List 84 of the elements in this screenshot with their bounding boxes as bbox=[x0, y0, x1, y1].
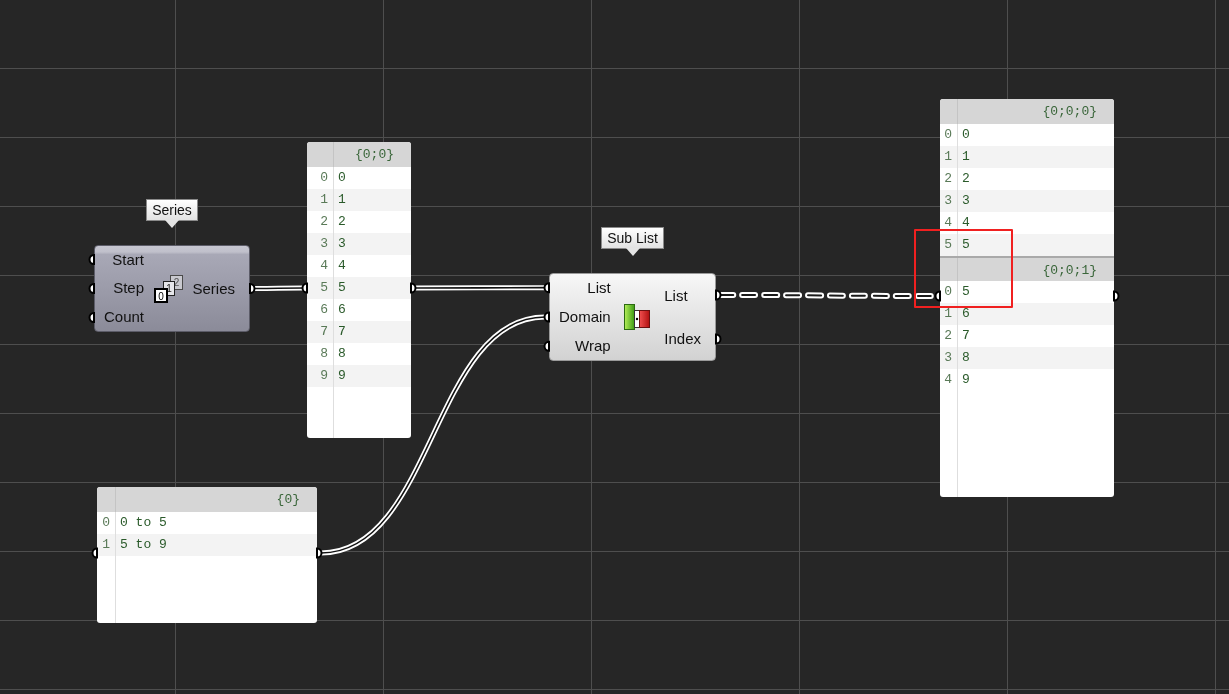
output-label: Series bbox=[192, 279, 235, 298]
tooltip-pointer-icon bbox=[165, 220, 179, 228]
list-value: 4 bbox=[961, 215, 970, 231]
list-value: 6 bbox=[961, 306, 970, 322]
list-index: 7 bbox=[320, 324, 328, 339]
port-icon[interactable] bbox=[715, 333, 722, 345]
list-index: 1 bbox=[944, 149, 952, 164]
list-value: 2 bbox=[337, 214, 346, 230]
port-icon[interactable] bbox=[543, 282, 550, 294]
output-label: List bbox=[664, 286, 688, 305]
list-index: 6 bbox=[320, 302, 328, 317]
branch-path-header: {0;0;1} bbox=[940, 256, 1114, 281]
list-index: 5 bbox=[320, 280, 328, 295]
port-icon[interactable] bbox=[88, 254, 95, 265]
list-value: 7 bbox=[961, 328, 970, 344]
list-index: 8 bbox=[320, 346, 328, 361]
list-value: 7 bbox=[337, 324, 346, 340]
list-value: 4 bbox=[337, 258, 346, 274]
input-label: Step bbox=[113, 279, 145, 298]
wire bbox=[253, 285, 304, 291]
tooltip-label: Sub List bbox=[601, 227, 664, 249]
list-value: 6 bbox=[337, 302, 346, 318]
port-icon[interactable] bbox=[715, 289, 722, 301]
list-index: 4 bbox=[944, 372, 952, 387]
port-icon[interactable] bbox=[91, 547, 98, 559]
port-icon[interactable] bbox=[249, 283, 256, 294]
list-value: 1 bbox=[337, 192, 346, 208]
port-icon[interactable] bbox=[301, 282, 308, 294]
branch-path-header: {0;0} bbox=[307, 142, 411, 167]
list-value: 3 bbox=[961, 193, 970, 209]
tooltip-pointer-icon bbox=[625, 248, 640, 256]
data-panel[interactable]: {0;0;0} 0 0 1 1 2 2 3 3 4 4 5 5 {0;0;1} 0 5 1 6 2 7 3 8 4 9 bbox=[940, 99, 1114, 497]
list-value: 0 to 5 bbox=[119, 515, 167, 531]
list-segments-icon bbox=[624, 304, 651, 330]
list-index: 2 bbox=[944, 328, 952, 343]
port-icon[interactable] bbox=[88, 312, 95, 323]
list-value: 5 bbox=[961, 237, 970, 253]
tooltip-label: Series bbox=[146, 199, 198, 221]
list-index: 9 bbox=[320, 368, 328, 383]
output-label: Index bbox=[664, 329, 701, 348]
list-index: 1 bbox=[944, 306, 952, 321]
list-index: 3 bbox=[320, 236, 328, 251]
port-icon[interactable] bbox=[1113, 290, 1120, 302]
list-value: 5 bbox=[337, 280, 346, 296]
list-index: 4 bbox=[320, 258, 328, 273]
input-label: List bbox=[587, 279, 611, 298]
data-panel[interactable]: {0} 0 0 to 5 1 5 to 9 bbox=[97, 487, 317, 623]
data-panel[interactable]: {0;0} 0 0 1 1 2 2 3 3 4 4 5 5 6 6 7 7 8 8 9 9 bbox=[307, 142, 411, 438]
list-index: 0 bbox=[944, 284, 952, 299]
list-index: 1 bbox=[320, 192, 328, 207]
branch-path-header: {0;0;0} bbox=[940, 99, 1114, 124]
list-value: 5 to 9 bbox=[119, 537, 167, 553]
input-label: Start bbox=[112, 251, 145, 270]
port-icon[interactable] bbox=[316, 547, 323, 559]
list-index: 0 bbox=[102, 515, 110, 530]
list-value: 9 bbox=[961, 372, 970, 388]
port-icon[interactable] bbox=[934, 290, 941, 302]
list-index: 2 bbox=[944, 171, 952, 186]
list-index: 1 bbox=[102, 537, 110, 552]
list-index: 3 bbox=[944, 193, 952, 208]
input-label: Count bbox=[104, 307, 145, 326]
list-index: 4 bbox=[944, 215, 952, 230]
port-icon[interactable] bbox=[410, 282, 417, 294]
list-index: 5 bbox=[944, 237, 952, 252]
list-value: 0 bbox=[337, 170, 346, 186]
list-value: 8 bbox=[337, 346, 346, 362]
list-value: 8 bbox=[961, 350, 970, 366]
list-value: 1 bbox=[961, 149, 970, 165]
port-icon[interactable] bbox=[88, 283, 95, 294]
list-index: 0 bbox=[320, 170, 328, 185]
list-index: 0 bbox=[944, 127, 952, 142]
component-node[interactable]: List Domain Wrap List Index bbox=[549, 273, 716, 361]
branch-path-header: {0} bbox=[97, 487, 317, 512]
port-icon[interactable] bbox=[543, 340, 550, 352]
list-index: 3 bbox=[944, 350, 952, 365]
list-value: 9 bbox=[337, 368, 346, 384]
list-value: 5 bbox=[961, 284, 970, 300]
list-index: 2 bbox=[320, 214, 328, 229]
input-label: Wrap bbox=[575, 336, 611, 355]
list-value: 0 bbox=[961, 127, 970, 143]
input-label: Domain bbox=[559, 308, 611, 326]
list-value: 3 bbox=[337, 236, 346, 252]
list-value: 2 bbox=[961, 171, 970, 187]
port-icon[interactable] bbox=[543, 311, 550, 323]
